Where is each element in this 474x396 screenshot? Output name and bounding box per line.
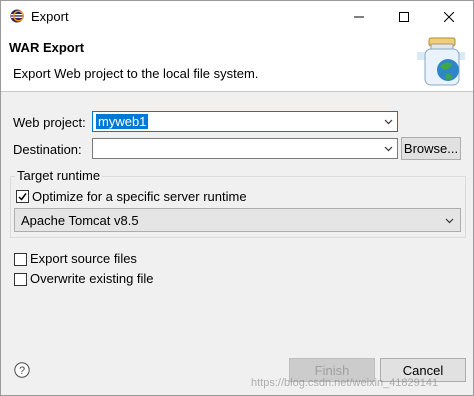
chevron-down-icon[interactable] (384, 144, 393, 153)
maximize-icon (398, 11, 409, 22)
maximize-button[interactable] (381, 1, 426, 32)
overwrite-label[interactable]: Overwrite existing file (30, 271, 154, 286)
wizard-title: WAR Export (9, 40, 85, 55)
overwrite-checkbox[interactable] (14, 273, 27, 286)
export-dialog: Export WAR Export Export Web project to … (0, 0, 474, 396)
chevron-down-icon (445, 218, 454, 224)
minimize-button[interactable] (336, 1, 381, 32)
web-project-label: Web project: (13, 115, 86, 130)
watermark-text: https://blog.csdn.net/weixin_41829141 (251, 377, 439, 389)
wizard-description: Export Web project to the local file sys… (13, 66, 259, 81)
server-runtime-select[interactable]: Apache Tomcat v8.5 (14, 208, 461, 232)
wizard-header: WAR Export Export Web project to the loc… (1, 32, 473, 92)
optimize-checkbox[interactable] (16, 190, 29, 203)
web-project-value: myweb1 (96, 114, 149, 129)
window-title: Export (31, 9, 69, 24)
checkmark-icon (18, 193, 27, 201)
web-project-combo[interactable]: myweb1 (92, 111, 398, 132)
chevron-down-icon[interactable] (384, 117, 393, 126)
export-source-label[interactable]: Export source files (30, 251, 137, 266)
war-globe-jar-icon (417, 37, 465, 86)
export-source-checkbox[interactable] (14, 253, 27, 266)
destination-combo[interactable] (92, 138, 398, 159)
browse-button-label: Browse... (403, 141, 459, 156)
destination-label: Destination: (13, 142, 82, 157)
eclipse-icon (10, 9, 24, 23)
cancel-button-label: Cancel (402, 362, 444, 378)
target-runtime-label: Target runtime (15, 168, 103, 183)
close-button[interactable] (426, 1, 471, 32)
server-runtime-value: Apache Tomcat v8.5 (21, 213, 139, 228)
minimize-icon (353, 16, 364, 17)
finish-button-label: Finish (314, 362, 350, 378)
optimize-label[interactable]: Optimize for a specific server runtime (32, 189, 247, 204)
browse-button[interactable]: Browse... (401, 137, 461, 160)
help-icon[interactable]: ? (14, 362, 30, 378)
title-bar: Export (1, 1, 473, 32)
svg-text:?: ? (19, 365, 25, 377)
close-icon (443, 11, 454, 22)
